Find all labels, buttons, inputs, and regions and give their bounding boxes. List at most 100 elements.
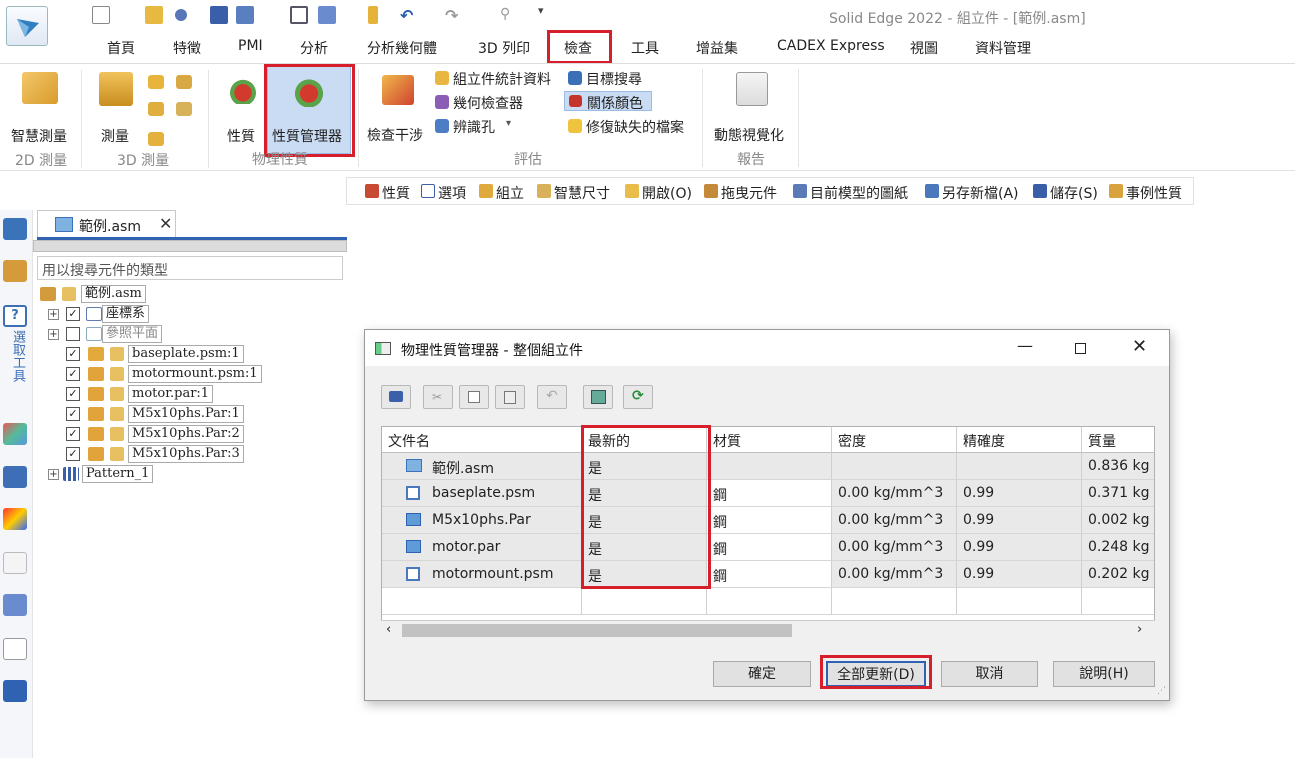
cell-material[interactable]: 鋼 [707,561,832,588]
visibility-checkbox[interactable]: ✓ [66,347,80,361]
cut-button[interactable]: ✂ [423,385,453,409]
visibility-checkbox[interactable]: ✓ [66,367,80,381]
expand-icon[interactable]: + [48,469,59,480]
tab-cadex-express[interactable]: CADEX Express [777,38,885,54]
open-icon[interactable] [145,6,163,24]
cmd-save-as[interactable]: 另存新檔(A) [942,183,1019,203]
maximize-icon[interactable] [1075,343,1086,354]
visibility-checkbox[interactable]: ✓ [66,407,80,421]
measure-area-icon[interactable] [148,132,164,146]
tree-item-baseplate[interactable]: ✓ baseplate.psm:1 [66,345,244,365]
scroll-right-icon[interactable]: › [1137,622,1142,637]
tab-home[interactable]: 首頁 [107,38,135,58]
sensors-icon[interactable] [3,466,27,488]
table-row-filename[interactable]: M5x10phs.Par [382,507,582,534]
tree-item-pattern[interactable]: + Pattern_1 [48,465,158,485]
help-button[interactable]: 說明(H) [1053,661,1155,687]
measure-angle-icon[interactable] [176,75,192,89]
structure-icon[interactable] [3,638,27,660]
save-icon[interactable] [210,6,228,24]
scroll-thumb[interactable] [402,624,792,637]
cmd-drawing-of-active-model[interactable]: 目前模型的圖紙 [810,183,908,203]
paste-button[interactable] [495,385,525,409]
pane-splitter[interactable] [33,240,347,252]
tab-view[interactable]: 視圖 [910,38,938,58]
link-icon[interactable] [3,552,27,574]
pathfinder-icon[interactable] [3,218,27,240]
tree-root[interactable]: 範例.asm [40,285,150,305]
ok-button[interactable]: 確定 [713,661,811,687]
save-all-icon[interactable] [236,6,254,24]
layers-icon[interactable] [3,423,27,445]
check-interference-button[interactable]: 檢查干涉 [367,125,423,145]
table-row-filename[interactable]: 範例.asm [382,453,582,480]
tree-item-motormount[interactable]: ✓ motormount.psm:1 [66,365,262,385]
identify-holes-button[interactable]: 辨識孔 [453,117,495,137]
document-tab[interactable]: 範例.asm ✕ [37,210,176,238]
gear-icon[interactable] [3,680,27,702]
refresh-button[interactable]: ⟳ [623,385,653,409]
print-icon[interactable] [318,6,336,24]
table-row-filename[interactable]: baseplate.psm [382,480,582,507]
tree-item-m5x10phs-1[interactable]: ✓ M5x10phs.Par:1 [66,405,244,425]
tab-analysis-geometry[interactable]: 分析幾何體 [367,38,437,58]
measure-point-icon[interactable] [176,102,192,116]
cmd-occurrence-properties[interactable]: 事例性質 [1126,183,1182,203]
parts-library-icon[interactable] [3,260,27,282]
file-icon[interactable] [368,6,378,24]
cell-material[interactable]: 鋼 [707,534,832,561]
tab-analysis[interactable]: 分析 [300,38,328,58]
column-header-filename[interactable]: 文件名 [382,427,582,453]
column-header-material[interactable]: 材質 [707,427,832,453]
cmd-options[interactable]: 選項 [438,183,466,203]
tree-item-m5x10phs-2[interactable]: ✓ M5x10phs.Par:2 [66,425,244,445]
assembly-statistics-button[interactable]: 組立件統計資料 [453,69,551,89]
visibility-checkbox[interactable]: ✓ [66,427,80,441]
minimize-icon[interactable]: — [1017,336,1033,355]
measure-button[interactable]: 測量 [101,126,129,146]
expand-icon[interactable]: + [48,309,59,320]
cmd-smart-dimension[interactable]: 智慧尺寸 [554,183,610,203]
tree-item-reference-planes[interactable]: + 參照平面 [48,325,188,345]
column-header-mass[interactable]: 質量 [1082,427,1154,453]
tree-item-m5x10phs-3[interactable]: ✓ M5x10phs.Par:3 [66,445,244,465]
link-icon[interactable]: ⚲ [500,6,518,24]
resize-grip-icon[interactable]: ⋰ [1157,686,1166,696]
tab-data-management[interactable]: 資料管理 [975,38,1031,58]
cmd-drag-component[interactable]: 拖曳元件 [721,183,777,203]
visibility-checkbox[interactable] [66,327,80,341]
expand-icon[interactable]: + [48,329,59,340]
smart-measure-button[interactable]: 智慧測量 [11,126,67,146]
dynamic-visualization-button[interactable]: 動態視覺化 [714,125,784,145]
tree-item-coordinate-system[interactable]: + ✓ 座標系 [48,305,168,325]
scroll-left-icon[interactable]: ‹ [386,622,391,637]
cmd-assemble[interactable]: 組立 [496,183,524,203]
cancel-button[interactable]: 取消 [941,661,1038,687]
column-header-accuracy[interactable]: 精確度 [957,427,1082,453]
copy-button[interactable] [459,385,489,409]
cmd-open[interactable]: 開啟(O) [642,183,692,203]
measure-distance-icon[interactable] [148,75,164,89]
chevron-down-icon[interactable]: ▾ [506,118,511,129]
properties-button[interactable]: 性質 [227,126,255,146]
search-icon[interactable] [175,9,187,21]
geometry-inspector-button[interactable]: 幾何檢查器 [453,93,523,113]
visibility-checkbox[interactable]: ✓ [66,387,80,401]
undo-button[interactable]: ↶ [537,385,567,409]
color-manager-icon[interactable] [3,508,27,530]
cell-material[interactable]: 鋼 [707,480,832,507]
properties-button[interactable] [583,385,613,409]
measure-length-icon[interactable] [148,102,164,116]
redo-icon[interactable]: ↷ [445,6,463,25]
table-row-filename[interactable]: motor.par [382,534,582,561]
tab-tools[interactable]: 工具 [631,38,659,58]
target-search-button[interactable]: 目標搜尋 [586,69,642,89]
cmd-properties[interactable]: 性質 [382,183,410,203]
visibility-checkbox[interactable]: ✓ [66,307,80,321]
select-tool-icon[interactable]: ? [3,305,27,327]
visibility-checkbox[interactable]: ✓ [66,447,80,461]
tree-item-motor[interactable]: ✓ motor.par:1 [66,385,216,405]
customize-qat-icon[interactable]: ▾ [538,4,544,17]
table-row-filename[interactable]: motormount.psm [382,561,582,588]
list-icon[interactable] [290,6,308,24]
